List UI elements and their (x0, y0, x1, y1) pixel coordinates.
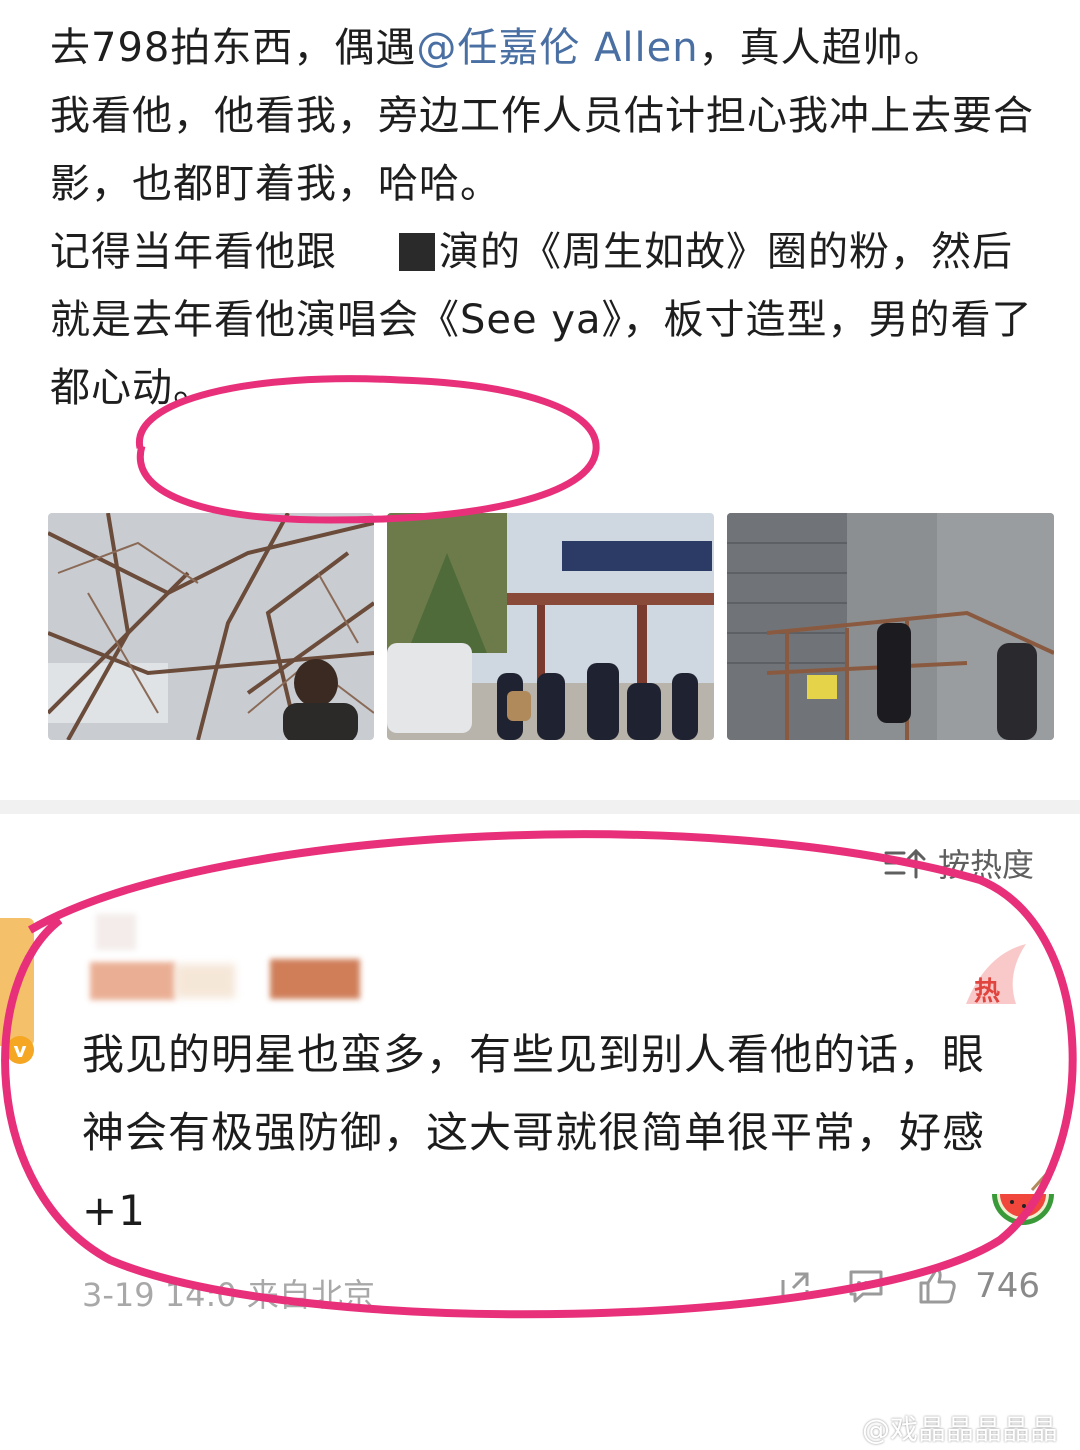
blurred-username (96, 914, 136, 950)
sort-hot-icon (884, 848, 926, 879)
staircase-building-photo (727, 513, 1054, 740)
post-photo-1[interactable] (48, 513, 374, 740)
share-icon[interactable] (775, 1266, 815, 1306)
comment-date: 3-19 (82, 1276, 155, 1314)
hot-comment-badge-icon: 热 (966, 944, 1026, 1006)
comment-meta: 3-19 14:0 来自北京 (82, 1270, 375, 1316)
comment-time: 14:0 (164, 1276, 237, 1314)
blurred-username (175, 964, 235, 998)
comment-reply-icon[interactable] (845, 1266, 887, 1306)
sort-by-hot-button[interactable]: 按热度 (882, 840, 1034, 886)
verified-badge-icon: v (6, 1036, 34, 1064)
photo-grid (48, 513, 1054, 740)
weibo-post: 去798拍东西，偶遇@任嘉伦 Allen，真人超帅。 我看他，他看我，旁边工作人… (0, 0, 1080, 800)
post-photo-2[interactable] (387, 513, 714, 740)
mention-link[interactable]: @任嘉伦 Allen (416, 25, 698, 71)
like-button[interactable]: 746 (917, 1266, 1040, 1306)
comment-actions: 746 (775, 1266, 1040, 1306)
post-text-line1-pre: 去798拍东西，偶遇 (50, 25, 417, 71)
street-crowd-photo (387, 513, 714, 740)
blurred-username (90, 962, 175, 1000)
avatar[interactable] (0, 918, 34, 1046)
post-photo-3[interactable] (727, 513, 1054, 740)
section-divider (0, 800, 1080, 814)
svg-text:热: 热 (974, 976, 1000, 1006)
post-text: 去798拍东西，偶遇@任嘉伦 Allen，真人超帅。 我看他，他看我，旁边工作人… (50, 14, 1040, 422)
watermark-text: @戏晶晶晶晶晶 (861, 1413, 1058, 1446)
comments-section: 按热度 v 热 我见的明星也蛮多，有些见到别人看他的话，眼神会有极强防御，这大哥… (0, 814, 1080, 1450)
sort-label: 按热度 (937, 846, 1034, 884)
post-text-line3-pre: 记得当年看他跟 (50, 229, 337, 275)
watermark: @戏晶晶晶晶晶 (862, 1408, 1058, 1448)
post-text-line1-post: ，真人超帅。 (698, 25, 945, 71)
redaction-mask (399, 233, 435, 271)
watermelon-emoji-icon (992, 1168, 1054, 1225)
like-count: 746 (975, 1266, 1040, 1306)
blurred-username (270, 959, 360, 999)
comment-text: 我见的明星也蛮多，有些见到别人看他的话，眼神会有极强防御，这大哥就很简单很平常，… (82, 1030, 986, 1235)
tree-branches-photo (48, 513, 374, 740)
post-text-line2: 我看他，他看我，旁边工作人员估计担心我冲上去要合影，也都盯着我，哈哈。 (50, 93, 1034, 207)
thumbs-up-icon (919, 1268, 956, 1304)
comment-location: 来自北京 (246, 1276, 375, 1314)
